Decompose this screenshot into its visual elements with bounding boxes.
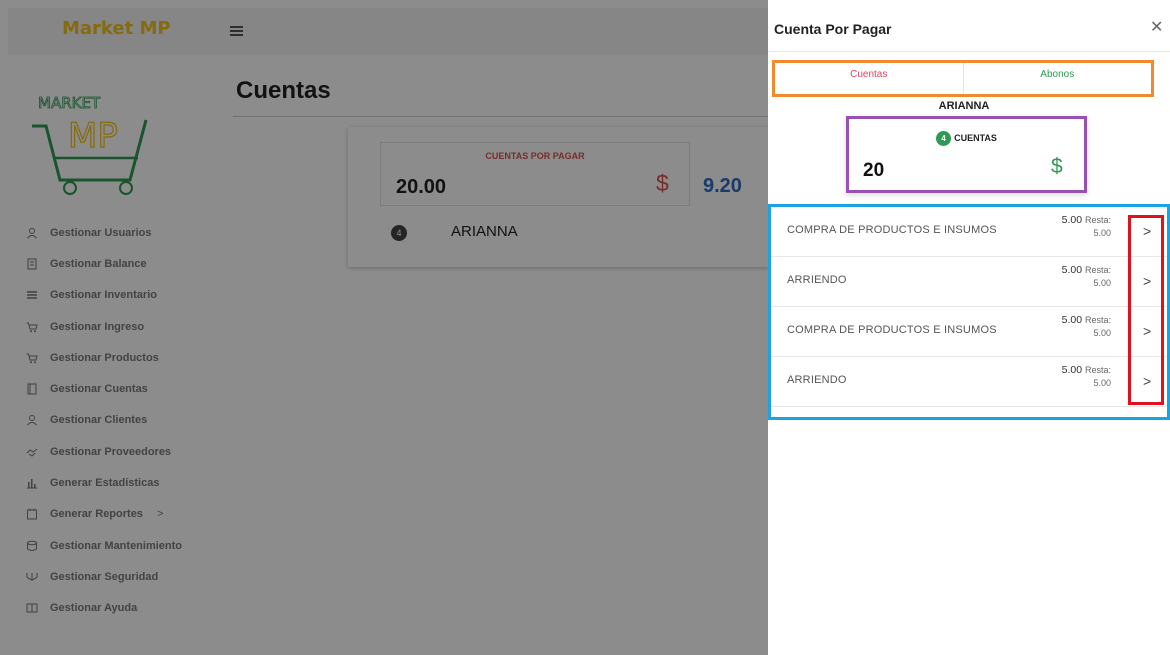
list-item[interactable]: COMPRA DE PRODUCTOS E INSUMOS 5.00 Resta… — [771, 207, 1167, 257]
list-item[interactable]: COMPRA DE PRODUCTOS E INSUMOS 5.00 Resta… — [771, 307, 1167, 357]
item-amount: 5.00 Resta: 5.00 — [1041, 364, 1111, 390]
item-description: ARRIENDO — [787, 274, 847, 286]
tab-abonos[interactable]: Abonos — [964, 63, 1152, 94]
tab-cuentas[interactable]: Cuentas — [775, 63, 964, 94]
item-amount: 5.00 Resta: 5.00 — [1041, 214, 1111, 240]
accounts-list: COMPRA DE PRODUCTOS E INSUMOS 5.00 Resta… — [768, 204, 1170, 420]
chevron-highlight-box — [1128, 215, 1164, 405]
modal-backdrop[interactable] — [0, 0, 768, 655]
list-item[interactable]: ARRIENDO 5.00 Resta: 5.00 > — [771, 257, 1167, 307]
item-description: COMPRA DE PRODUCTOS E INSUMOS — [787, 224, 997, 236]
amount-value: 5.00 — [1061, 214, 1083, 226]
close-icon[interactable]: ✕ — [1150, 19, 1163, 37]
summary-header: 4 CUENTAS — [849, 131, 1084, 146]
item-amount: 5.00 Resta: 5.00 — [1041, 264, 1111, 290]
rest-label: Resta: — [1084, 365, 1111, 375]
item-amount: 5.00 Resta: 5.00 — [1041, 314, 1111, 340]
amount-value: 5.00 — [1061, 314, 1083, 326]
count-badge: 4 — [936, 131, 952, 146]
amount-value: 5.00 — [1061, 264, 1083, 276]
drawer-header: Cuenta Por Pagar ✕ — [768, 8, 1170, 52]
amount-value: 5.00 — [1061, 364, 1083, 376]
rest-value: 5.00 — [1093, 328, 1111, 338]
list-item[interactable]: ARRIENDO 5.00 Resta: 5.00 > — [771, 357, 1167, 407]
rest-value: 5.00 — [1093, 228, 1111, 238]
account-drawer: Cuenta Por Pagar ✕ Cuentas Abonos ARIANN… — [768, 8, 1170, 655]
summary-label: CUENTAS — [954, 132, 997, 143]
dollar-icon: $ — [1051, 155, 1063, 178]
rest-value: 5.00 — [1093, 278, 1111, 288]
summary-value: 20 — [863, 160, 885, 181]
item-description: ARRIENDO — [787, 374, 847, 386]
drawer-tabs: Cuentas Abonos — [772, 60, 1154, 97]
supplier-name: ARIANNA — [938, 100, 990, 112]
rest-label: Resta: — [1084, 315, 1111, 325]
rest-label: Resta: — [1084, 265, 1111, 275]
item-description: COMPRA DE PRODUCTOS E INSUMOS — [787, 324, 997, 336]
rest-label: Resta: — [1084, 215, 1111, 225]
accounts-summary: 4 CUENTAS 20 $ — [846, 116, 1087, 193]
rest-value: 5.00 — [1093, 378, 1111, 388]
drawer-title: Cuenta Por Pagar — [774, 21, 892, 37]
app-root: Market MP MARKET MP Gestionar Usuarios G… — [0, 0, 1170, 655]
